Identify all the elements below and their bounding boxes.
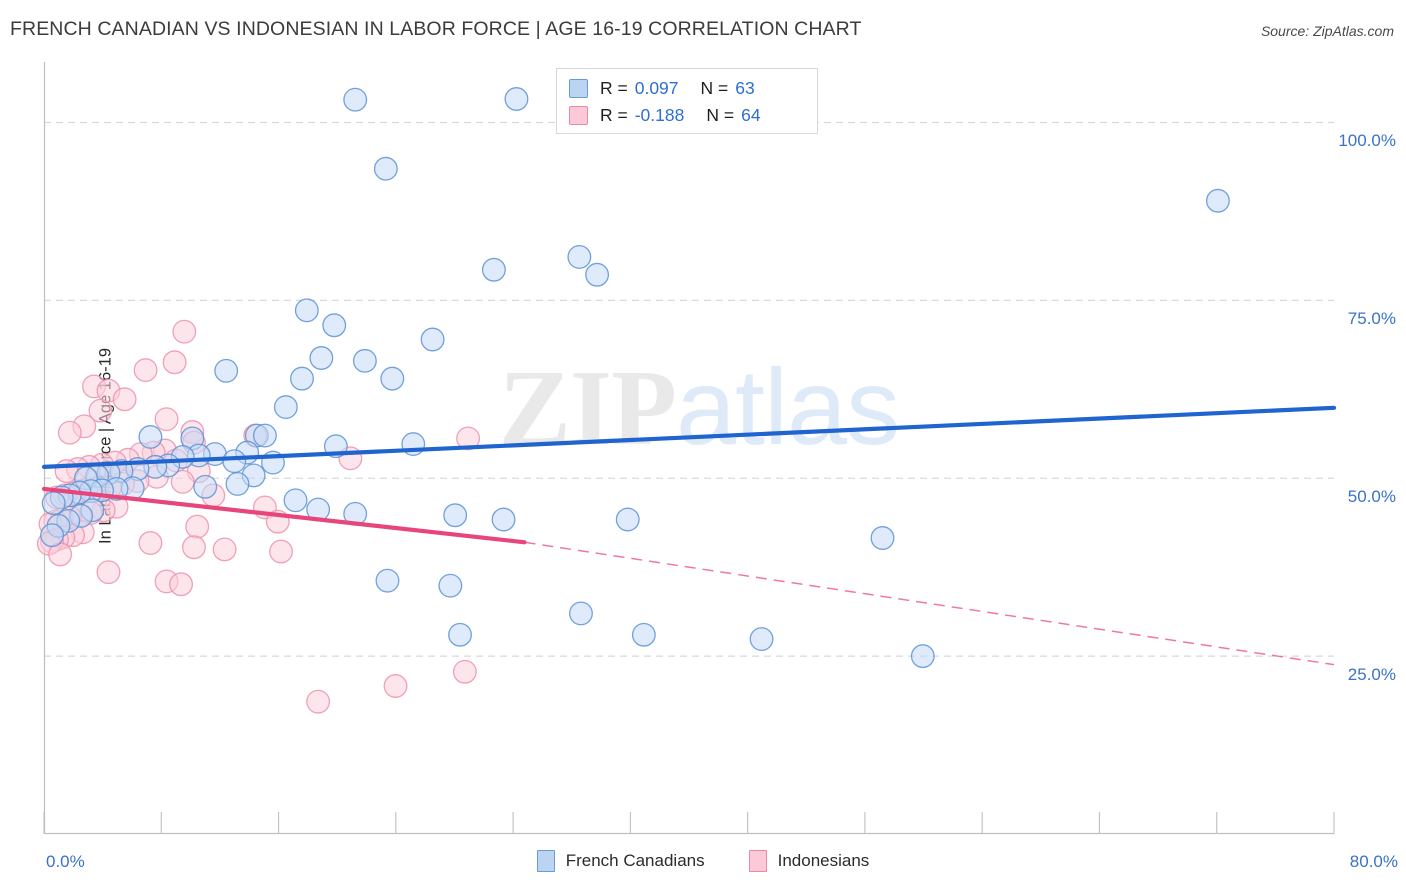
data-point [290,366,314,391]
data-point [448,622,472,647]
data-point [41,491,66,516]
data-point [491,507,516,532]
data-point [154,407,179,432]
legend-swatch-icon [536,850,555,872]
series-indonesians [36,319,481,714]
y-axis-tick-label: 100.0% [1338,131,1396,151]
y-axis-tick-label: 25.0% [1347,665,1396,685]
data-point [138,425,163,449]
data-point [112,387,137,412]
data-point [214,358,239,383]
pink-n-label: N = [706,105,735,125]
data-point [504,87,529,111]
data-point [133,358,158,383]
data-point [352,348,377,373]
data-point [585,262,610,287]
data-point [212,537,237,562]
blue-n-value: 63 [735,78,755,98]
data-point [169,572,194,597]
series-french-canadians [40,87,1230,669]
stats-row-indonesians: R = -0.188 N = 64 [569,102,807,129]
data-point [283,488,308,513]
y-axis-tick-label: 50.0% [1347,487,1396,507]
data-point [269,539,293,564]
data-point [373,156,398,181]
data-point [309,346,334,370]
data-point [252,423,277,448]
data-point [375,568,400,593]
data-point [452,659,477,684]
pink-n-value: 64 [741,105,761,125]
stats-row-french-canadians: R = 0.097 N = 63 [569,75,807,102]
series-legend: French Canadians Indonesians [0,850,1406,872]
data-point [910,644,935,669]
pink-swatch-icon [569,106,588,125]
trendline-french-canadians [41,405,1337,469]
data-point [96,560,121,585]
data-point [481,257,506,282]
data-point [749,627,774,651]
data-point [380,366,405,391]
pink-r-value: -0.188 [634,105,685,125]
data-point [306,689,331,714]
data-point [383,674,408,698]
data-point [185,514,210,539]
data-point [631,622,656,647]
plot-area: ZIPatlas [36,62,1337,835]
data-point [40,523,65,548]
data-point [162,350,187,375]
source-attribution: Source: ZipAtlas.com [1260,23,1394,39]
data-point [182,535,206,560]
data-point [569,601,593,626]
legend-item[interactable]: French Canadians [536,850,705,872]
legend-item[interactable]: Indonesians [748,850,870,872]
data-point [567,245,592,269]
data-point [193,474,218,499]
data-point [57,420,82,445]
data-point [294,298,319,323]
legend-swatch-icon [748,850,767,872]
data-point [420,327,445,352]
y-axis-tick-label: 75.0% [1347,309,1396,329]
blue-r-value: 0.097 [634,78,679,98]
data-point [443,503,468,528]
scatter-plot-canvas [36,62,1337,835]
data-point [1205,188,1230,213]
blue-swatch-icon [569,79,588,98]
data-point [222,449,247,474]
data-point [225,471,250,496]
blue-r-label: R = [600,78,628,98]
legend-label: Indonesians [777,851,870,870]
page-title: FRENCH CANADIAN VS INDONESIAN IN LABOR F… [10,18,862,40]
data-point [870,526,895,550]
data-point [615,507,640,532]
data-point [322,313,347,338]
legend-label: French Canadians [565,851,705,870]
data-point [172,319,197,344]
data-point [343,87,368,112]
pink-r-label: R = [600,105,628,125]
correlation-chart: FRENCH CANADIAN VS INDONESIAN IN LABOR F… [0,0,1406,892]
data-point [138,531,163,555]
blue-n-label: N = [700,78,729,98]
data-point [273,395,298,420]
data-point [438,573,463,598]
correlation-stats-box: R = 0.097 N = 63 R = -0.188 N = 64 [556,68,818,134]
